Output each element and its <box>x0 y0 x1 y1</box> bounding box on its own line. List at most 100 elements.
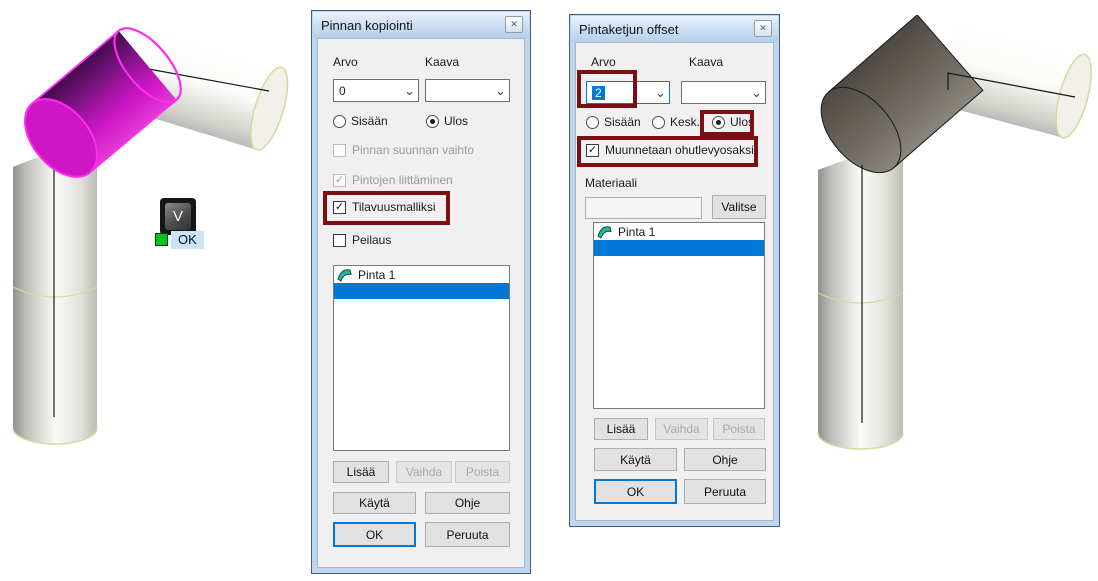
surface-icon <box>597 225 613 239</box>
chevron-down-icon[interactable]: ⌄ <box>401 80 418 101</box>
button-label: Valitse <box>721 200 756 214</box>
key-label: V <box>173 208 183 225</box>
dialog2-arvo-combo[interactable]: 2 ⌄ <box>586 81 670 104</box>
dialog2-title: Pintaketjun offset <box>579 22 679 37</box>
dialog1-titlebar[interactable]: Pinnan kopiointi <box>313 12 529 38</box>
radio-circle <box>586 116 599 129</box>
list-item-label: Pinta 1 <box>618 225 655 239</box>
button-label: Ohje <box>455 496 480 510</box>
button-label: OK <box>366 528 383 542</box>
dialog2-kaava-combo[interactable]: ⌄ <box>681 81 766 104</box>
dialog2-radio-kesk[interactable]: Kesk. <box>652 115 700 129</box>
button-label: Poista <box>466 465 499 479</box>
radio-circle <box>426 115 439 128</box>
button-label: Käytä <box>620 453 651 467</box>
checkbox-label: Pinnan suunnan vaihto <box>352 143 474 157</box>
button-label: Peruuta <box>704 485 746 499</box>
radio-circle <box>652 116 665 129</box>
dialog2-titlebar[interactable]: Pintaketjun offset <box>571 16 778 42</box>
dialog1-vaihda-button: Vaihda <box>396 461 452 483</box>
radio-label: Kesk. <box>670 115 700 129</box>
model-view-right <box>795 15 1098 455</box>
chevron-down-icon[interactable]: ⌄ <box>748 82 765 103</box>
dialog2-close-icon[interactable]: ✕ <box>754 20 772 37</box>
dialog1-kaava-label: Kaava <box>425 55 459 69</box>
dialog2-materiaali-field[interactable] <box>585 197 702 219</box>
pipe-vertical-right <box>818 145 903 449</box>
dialog1-title: Pinnan kopiointi <box>321 18 413 33</box>
dialog2-vaihda-button: Vaihda <box>655 418 708 440</box>
dialog1-close-icon[interactable]: ✕ <box>505 16 523 33</box>
list-item-label: Pinta 1 <box>358 268 395 282</box>
chevron-down-icon[interactable]: ⌄ <box>492 80 509 101</box>
checkbox-box: ✓ <box>333 234 346 247</box>
checkbox-label: Pintojen liittäminen <box>352 173 453 187</box>
close-glyph: ✕ <box>759 23 767 34</box>
button-label: Lisää <box>347 465 376 479</box>
dialog2-poista-button: Poista <box>713 418 765 440</box>
dialog1-checkbox-tilavuusmalliksi[interactable]: ✓ Tilavuusmalliksi <box>333 200 436 214</box>
dialog2-surface-list[interactable]: Pinta 1 <box>593 222 765 409</box>
checkbox-label: Peilaus <box>352 233 391 247</box>
button-label: Ohje <box>712 453 737 467</box>
dialog1-checkbox-suunnan-vaihto: ✓ Pinnan suunnan vaihto <box>333 143 474 157</box>
dialog1-kaava-value <box>426 80 492 101</box>
dialog2-lisaa-button[interactable]: Lisää <box>594 418 648 440</box>
checkbox-label: Muunnetaan ohutlevyosaksi <box>605 143 754 157</box>
checkbox-box: ✓ <box>333 144 346 157</box>
dialog2-kaava-label: Kaava <box>689 55 723 69</box>
checkbox-box: ✓ <box>586 144 599 157</box>
radio-label: Ulos <box>444 114 468 128</box>
list-item-pinta1[interactable]: Pinta 1 <box>594 223 764 240</box>
list-selected-row[interactable] <box>334 283 509 299</box>
chevron-down-icon[interactable]: ⌄ <box>652 82 669 103</box>
model-view-left <box>0 15 305 455</box>
dialog1-radio-sisaan[interactable]: Sisään <box>333 114 388 128</box>
dialog1-peruuta-button[interactable]: Peruuta <box>425 522 510 547</box>
dialog1-radio-ulos[interactable]: Ulos <box>426 114 468 128</box>
surface-icon <box>337 268 353 282</box>
dialog1-kaava-combo[interactable]: ⌄ <box>425 79 510 102</box>
dialog2-radio-sisaan[interactable]: Sisään <box>586 115 641 129</box>
dialog1-checkbox-peilaus[interactable]: ✓ Peilaus <box>333 233 391 247</box>
dialog-pinnan-kopiointi: Pinnan kopiointi ✕ Arvo Kaava 0 ⌄ ⌄ Sisä… <box>311 10 531 574</box>
radio-label: Sisään <box>351 114 388 128</box>
radio-circle <box>712 116 725 129</box>
radio-circle <box>333 115 346 128</box>
dialog1-ohje-button[interactable]: Ohje <box>425 492 510 514</box>
checkbox-label: Tilavuusmalliksi <box>352 200 436 214</box>
dialog2-checkbox-ohutlevy[interactable]: ✓ Muunnetaan ohutlevyosaksi <box>586 143 754 157</box>
dialog2-kaava-value <box>682 82 748 103</box>
green-indicator-icon <box>155 233 168 246</box>
button-label: Käytä <box>359 496 390 510</box>
dialog2-arvo-label: Arvo <box>591 55 616 69</box>
app-canvas: V OK Pinnan kopiointi ✕ Arvo Kaava 0 ⌄ ⌄… <box>0 0 1098 581</box>
keyboard-key-v-icon: V <box>160 198 196 235</box>
dialog2-arvo-value: 2 <box>587 82 652 103</box>
dialog1-arvo-label: Arvo <box>333 55 358 69</box>
dialog2-peruuta-button[interactable]: Peruuta <box>684 479 766 504</box>
status-ok-label: OK <box>178 232 197 247</box>
close-glyph: ✕ <box>510 19 518 30</box>
dialog1-surface-list[interactable]: Pinta 1 <box>333 265 510 451</box>
dialog1-arvo-combo[interactable]: 0 ⌄ <box>333 79 419 102</box>
radio-label: Ulos <box>730 115 754 129</box>
dialog2-kayta-button[interactable]: Käytä <box>594 448 677 471</box>
dialog2-radio-ulos[interactable]: Ulos <box>712 115 754 129</box>
dialog1-kayta-button[interactable]: Käytä <box>333 492 416 514</box>
dialog1-lisaa-button[interactable]: Lisää <box>333 461 389 483</box>
dialog2-ohje-button[interactable]: Ohje <box>684 448 766 471</box>
button-label: Vaihda <box>663 422 699 436</box>
selected-text: 2 <box>592 86 605 100</box>
status-ok-chip: OK <box>171 231 204 249</box>
dialog2-valitse-button[interactable]: Valitse <box>712 195 766 219</box>
checkbox-box: ✓ <box>333 201 346 214</box>
check-icon: ✓ <box>588 145 597 156</box>
dialog1-ok-button[interactable]: OK <box>333 522 416 547</box>
dialog2-ok-button[interactable]: OK <box>594 479 677 504</box>
list-item-pinta1[interactable]: Pinta 1 <box>334 266 509 283</box>
radio-pip <box>716 120 721 125</box>
dialog-pintaketjun-offset: Pintaketjun offset ✕ Arvo Kaava 2 ⌄ ⌄ Si… <box>569 14 780 527</box>
list-selected-row[interactable] <box>594 240 764 256</box>
check-icon: ✓ <box>335 202 344 213</box>
